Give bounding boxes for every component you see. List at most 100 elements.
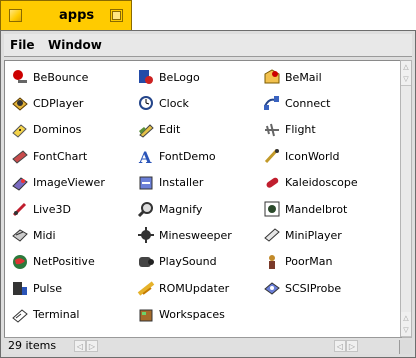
app-item-bemail[interactable]: BeMail bbox=[263, 67, 322, 87]
app-label: ImageViewer bbox=[33, 176, 105, 190]
cdplayer-icon bbox=[11, 94, 29, 112]
app-item-midi[interactable]: Midi bbox=[11, 225, 56, 245]
app-label: Live3D bbox=[33, 202, 71, 216]
app-label: PoorMan bbox=[285, 255, 333, 269]
app-label: MiniPlayer bbox=[285, 228, 342, 242]
app-item-minesweeper[interactable]: Minesweeper bbox=[137, 225, 232, 245]
app-label: Magnify bbox=[159, 202, 203, 216]
app-label: PlaySound bbox=[159, 255, 217, 269]
app-label: Minesweeper bbox=[159, 228, 232, 242]
menu-file[interactable]: File bbox=[10, 38, 35, 52]
netpositive-icon bbox=[11, 253, 29, 271]
app-item-cdplayer[interactable]: CDPlayer bbox=[11, 93, 83, 113]
app-item-iconworld[interactable]: IconWorld bbox=[263, 146, 340, 166]
app-item-flight[interactable]: Flight bbox=[263, 120, 316, 140]
scroll-down-arrow-icon[interactable]: ▽ bbox=[401, 324, 411, 337]
vertical-scrollbar[interactable]: △ ▽ △ ▽ bbox=[400, 60, 412, 338]
app-label: Kaleidoscope bbox=[285, 176, 358, 190]
tracker-window: File Window BeBounce BeLogo BeMail CDPlayer… bbox=[0, 30, 416, 358]
close-box-icon[interactable] bbox=[9, 9, 22, 22]
window-tab[interactable]: apps bbox=[0, 0, 132, 30]
app-label: Installer bbox=[159, 176, 204, 190]
app-item-scsiprobe[interactable]: SCSIProbe bbox=[263, 278, 341, 298]
connect-icon bbox=[263, 94, 281, 112]
app-label: Pulse bbox=[33, 281, 62, 295]
app-label: BeLogo bbox=[159, 70, 200, 84]
flight-icon bbox=[263, 121, 281, 139]
app-item-fontchart[interactable]: FontChart bbox=[11, 146, 87, 166]
app-item-dominos[interactable]: Dominos bbox=[11, 120, 81, 140]
minesweeper-icon bbox=[137, 226, 155, 244]
scroll-right-arrow-icon[interactable]: ▷ bbox=[346, 340, 358, 352]
app-item-kaleidoscope[interactable]: Kaleidoscope bbox=[263, 173, 358, 193]
app-item-terminal[interactable]: Terminal bbox=[11, 305, 80, 325]
live3d-icon bbox=[11, 200, 29, 218]
menu-window[interactable]: Window bbox=[48, 38, 102, 52]
romupdater-icon bbox=[137, 279, 155, 297]
app-label: Terminal bbox=[33, 308, 80, 322]
app-item-bebounce[interactable]: BeBounce bbox=[11, 67, 88, 87]
app-item-mandelbrot[interactable]: Mandelbrot bbox=[263, 199, 347, 219]
app-label: FontChart bbox=[33, 149, 88, 163]
iconworld-icon bbox=[263, 147, 281, 165]
item-count: 29 items bbox=[8, 339, 57, 352]
app-item-magnify[interactable]: Magnify bbox=[137, 199, 202, 219]
app-label: Connect bbox=[285, 96, 331, 110]
app-item-belogo[interactable]: BeLogo bbox=[137, 67, 200, 87]
app-label: BeBounce bbox=[33, 70, 89, 84]
app-label: Flight bbox=[285, 123, 316, 137]
horizontal-scrollbar[interactable]: ◁ ▷ ◁ ▷ bbox=[74, 340, 374, 352]
window-title: apps bbox=[59, 8, 95, 23]
app-item-netpositive[interactable]: NetPositive bbox=[11, 252, 95, 272]
app-label: BeMail bbox=[285, 70, 322, 84]
app-label: Mandelbrot bbox=[285, 202, 348, 216]
app-item-pulse[interactable]: Pulse bbox=[11, 278, 62, 298]
app-item-installer[interactable]: Installer bbox=[137, 173, 203, 193]
fontchart-icon bbox=[11, 147, 29, 165]
belogo-icon bbox=[137, 68, 155, 86]
scroll-right-arrow-icon[interactable]: ▷ bbox=[86, 340, 98, 352]
app-label: Clock bbox=[159, 96, 189, 110]
app-label: IconWorld bbox=[285, 149, 340, 163]
app-item-romupdater[interactable]: ROMUpdater bbox=[137, 278, 229, 298]
app-label: CDPlayer bbox=[33, 96, 84, 110]
zoom-box-icon[interactable] bbox=[110, 9, 123, 22]
edit-icon bbox=[137, 121, 155, 139]
app-item-poorman[interactable]: PoorMan bbox=[263, 252, 332, 272]
app-item-clock[interactable]: Clock bbox=[137, 93, 189, 113]
bemail-icon bbox=[263, 68, 281, 86]
app-item-edit[interactable]: Edit bbox=[137, 120, 180, 140]
app-item-connect[interactable]: Connect bbox=[263, 93, 330, 113]
status-bar: 29 items ◁ ▷ ◁ ▷ bbox=[4, 337, 402, 354]
scroll-left-arrow-icon[interactable]: ◁ bbox=[334, 340, 346, 352]
app-label: SCSIProbe bbox=[285, 281, 342, 295]
playsound-icon bbox=[137, 253, 155, 271]
midi-icon bbox=[11, 226, 29, 244]
app-item-fontdemo[interactable]: A FontDemo bbox=[137, 146, 216, 166]
app-item-playsound[interactable]: PlaySound bbox=[137, 252, 217, 272]
app-item-miniplayer[interactable]: MiniPlayer bbox=[263, 225, 342, 245]
imageviewer-icon bbox=[11, 174, 29, 192]
app-label: Workspaces bbox=[159, 308, 225, 322]
kaleidoscope-icon bbox=[263, 174, 281, 192]
scroll-down-arrow-icon[interactable]: ▽ bbox=[401, 73, 411, 86]
app-item-live3d[interactable]: Live3D bbox=[11, 199, 71, 219]
app-item-workspaces[interactable]: Workspaces bbox=[137, 305, 225, 325]
installer-icon bbox=[137, 174, 155, 192]
bebounce-icon bbox=[11, 68, 29, 86]
app-label: Midi bbox=[33, 228, 56, 242]
mandelbrot-icon bbox=[263, 200, 281, 218]
resize-handle[interactable] bbox=[399, 340, 412, 354]
app-item-imageviewer[interactable]: ImageViewer bbox=[11, 173, 105, 193]
icon-view: BeBounce BeLogo BeMail CDPlayer Clock Connect… bbox=[4, 60, 402, 338]
dominos-icon bbox=[11, 121, 29, 139]
app-label: FontDemo bbox=[159, 149, 216, 163]
svg-text:A: A bbox=[138, 148, 152, 165]
scroll-left-arrow-icon[interactable]: ◁ bbox=[74, 340, 86, 352]
magnify-icon bbox=[137, 200, 155, 218]
app-label: ROMUpdater bbox=[159, 281, 230, 295]
terminal-icon bbox=[11, 306, 29, 324]
app-label: NetPositive bbox=[33, 255, 95, 269]
poorman-icon bbox=[263, 253, 281, 271]
fontdemo-icon: A bbox=[137, 147, 155, 165]
